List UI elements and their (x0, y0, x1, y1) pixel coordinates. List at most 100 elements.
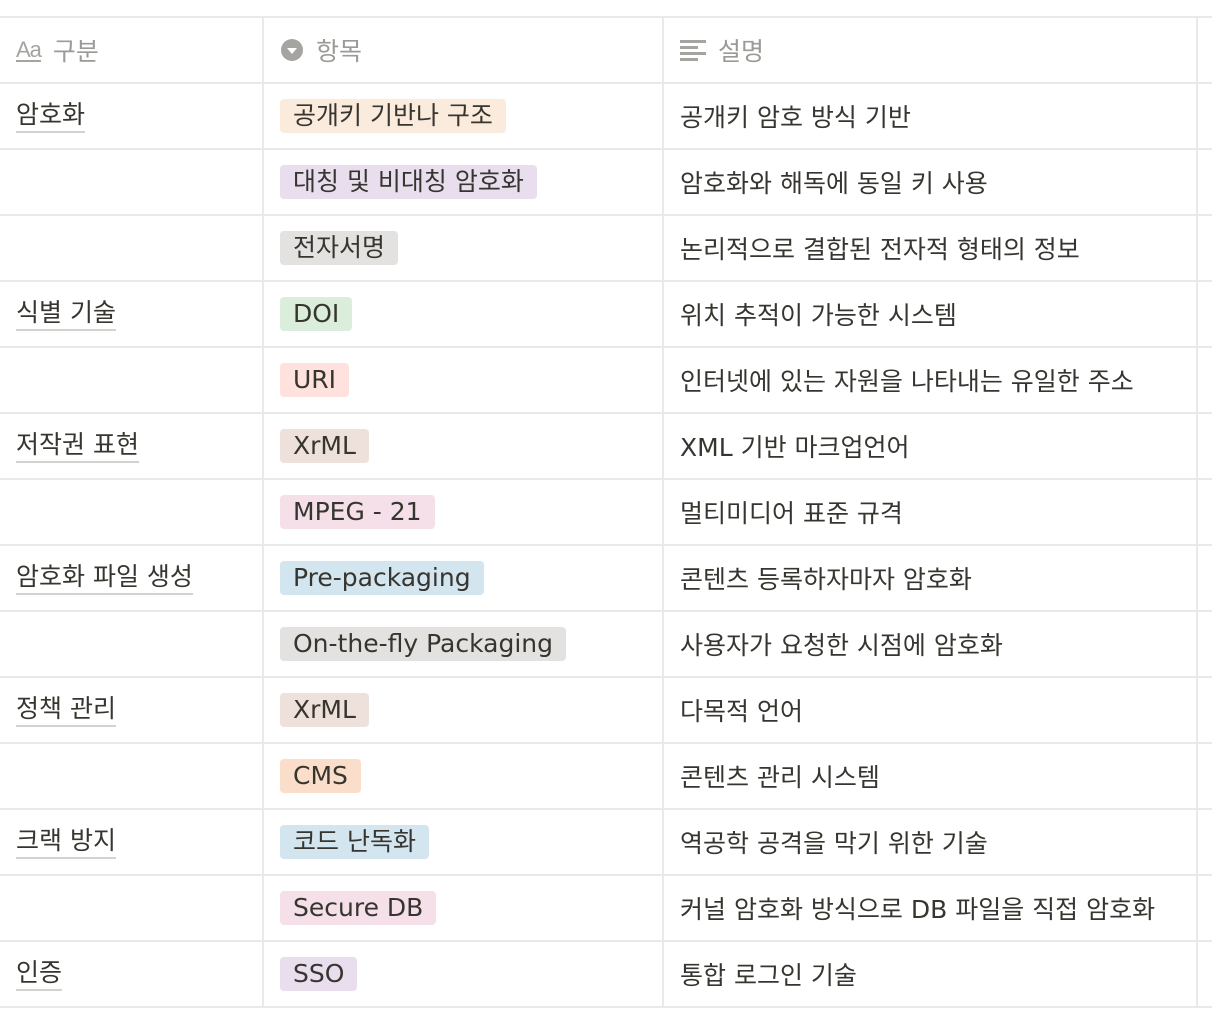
select-tag[interactable]: Secure DB (280, 891, 437, 925)
select-tag[interactable]: XrML (280, 693, 369, 727)
cell-description[interactable]: 위치 추적이 가능한 시스템 (664, 282, 1198, 346)
text-property-icon: Aa (16, 37, 42, 62)
row-title[interactable]: 식별 기술 (16, 298, 116, 331)
cell-item[interactable]: Pre-packaging (264, 546, 664, 610)
table-row[interactable]: URI 인터넷에 있는 자원을 나타내는 유일한 주소 (0, 348, 1212, 414)
description-text: 커널 암호화 방식으로 DB 파일을 직접 암호화 (680, 895, 1156, 924)
cell-name[interactable]: 암호화 파일 생성 (0, 546, 264, 610)
cell-name[interactable] (0, 876, 264, 940)
cell-name[interactable] (0, 150, 264, 214)
select-tag[interactable]: URI (280, 363, 350, 397)
cell-description[interactable]: 논리적으로 결합된 전자적 형태의 정보 (664, 216, 1198, 280)
cell-name[interactable]: 식별 기술 (0, 282, 264, 346)
table-row[interactable]: On-the-fly Packaging 사용자가 요청한 시점에 암호화 (0, 612, 1212, 678)
cell-description[interactable]: 콘텐츠 관리 시스템 (664, 744, 1198, 808)
select-tag[interactable]: CMS (280, 759, 361, 793)
table-header-row: Aa 구분 항목 설명 (0, 18, 1212, 84)
cell-name[interactable]: 저작권 표현 (0, 414, 264, 478)
cell-description[interactable]: 암호화와 해독에 동일 키 사용 (664, 150, 1198, 214)
cell-description[interactable]: 공개키 암호 방식 기반 (664, 84, 1198, 148)
select-tag[interactable]: Pre-packaging (280, 561, 484, 595)
description-text: 사용자가 요청한 시점에 암호화 (680, 631, 1003, 660)
description-text: 멀티미디어 표준 규격 (680, 499, 903, 528)
table-row[interactable]: Secure DB 커널 암호화 방식으로 DB 파일을 직접 암호화 (0, 876, 1212, 942)
row-title[interactable]: 암호화 파일 생성 (16, 562, 193, 595)
cell-overflow (1198, 150, 1212, 214)
row-title[interactable]: 저작권 표현 (16, 430, 139, 463)
column-header-desc[interactable]: 설명 (664, 18, 1198, 82)
cell-item[interactable]: Secure DB (264, 876, 664, 940)
cell-overflow (1198, 546, 1212, 610)
table-row[interactable]: 인증 SSO 통합 로그인 기술 (0, 942, 1212, 1008)
description-text: 콘텐츠 등록하자마자 암호화 (680, 565, 972, 594)
cell-overflow (1198, 678, 1212, 742)
table-row[interactable]: 전자서명 논리적으로 결합된 전자적 형태의 정보 (0, 216, 1212, 282)
select-tag[interactable]: 전자서명 (280, 231, 399, 265)
cell-item[interactable]: XrML (264, 414, 664, 478)
select-tag[interactable]: XrML (280, 429, 369, 463)
cell-name[interactable]: 크랙 방지 (0, 810, 264, 874)
select-tag[interactable]: 대칭 및 비대칭 암호화 (280, 165, 537, 199)
cell-name[interactable] (0, 480, 264, 544)
cell-item[interactable]: XrML (264, 678, 664, 742)
cell-name[interactable] (0, 744, 264, 808)
cell-description[interactable]: 사용자가 요청한 시점에 암호화 (664, 612, 1198, 676)
cell-name[interactable] (0, 348, 264, 412)
cell-name[interactable]: 인증 (0, 942, 264, 1006)
cell-item[interactable]: SSO (264, 942, 664, 1006)
cell-description[interactable]: 커널 암호화 방식으로 DB 파일을 직접 암호화 (664, 876, 1198, 940)
cell-item[interactable]: 코드 난독화 (264, 810, 664, 874)
cell-item[interactable]: 전자서명 (264, 216, 664, 280)
select-tag[interactable]: SSO (280, 957, 358, 991)
table-row[interactable]: 암호화 공개키 기반나 구조 공개키 암호 방식 기반 (0, 84, 1212, 150)
cell-item[interactable]: 공개키 기반나 구조 (264, 84, 664, 148)
select-property-icon (280, 38, 304, 62)
cell-description[interactable]: 인터넷에 있는 자원을 나타내는 유일한 주소 (664, 348, 1198, 412)
cell-item[interactable]: On-the-fly Packaging (264, 612, 664, 676)
description-text: 역공학 공격을 막기 위한 기술 (680, 829, 988, 858)
cell-description[interactable]: 콘텐츠 등록하자마자 암호화 (664, 546, 1198, 610)
cell-item[interactable]: CMS (264, 744, 664, 808)
cell-item[interactable]: DOI (264, 282, 664, 346)
description-text: XML 기반 마크업언어 (680, 433, 910, 462)
cell-description[interactable]: 다목적 언어 (664, 678, 1198, 742)
select-tag[interactable]: DOI (280, 297, 353, 331)
cell-item[interactable]: URI (264, 348, 664, 412)
description-text: 통합 로그인 기술 (680, 961, 857, 990)
cell-overflow (1198, 942, 1212, 1006)
cell-overflow (1198, 414, 1212, 478)
cell-name[interactable] (0, 216, 264, 280)
cell-description[interactable]: 통합 로그인 기술 (664, 942, 1198, 1006)
table-row[interactable]: 식별 기술 DOI 위치 추적이 가능한 시스템 (0, 282, 1212, 348)
select-tag[interactable]: MPEG - 21 (280, 495, 435, 529)
cell-overflow (1198, 282, 1212, 346)
table-row[interactable]: MPEG - 21 멀티미디어 표준 규격 (0, 480, 1212, 546)
cell-name[interactable]: 정책 관리 (0, 678, 264, 742)
table-row[interactable]: 크랙 방지 코드 난독화 역공학 공격을 막기 위한 기술 (0, 810, 1212, 876)
table-row[interactable]: 저작권 표현 XrML XML 기반 마크업언어 (0, 414, 1212, 480)
select-tag[interactable]: On-the-fly Packaging (280, 627, 566, 661)
cell-item[interactable]: 대칭 및 비대칭 암호화 (264, 150, 664, 214)
row-title[interactable]: 암호화 (16, 100, 86, 133)
table-row[interactable]: CMS 콘텐츠 관리 시스템 (0, 744, 1212, 810)
description-text: 위치 추적이 가능한 시스템 (680, 301, 957, 330)
cell-description[interactable]: XML 기반 마크업언어 (664, 414, 1198, 478)
cell-name[interactable]: 암호화 (0, 84, 264, 148)
row-title[interactable]: 크랙 방지 (16, 826, 116, 859)
table-row[interactable]: 암호화 파일 생성 Pre-packaging 콘텐츠 등록하자마자 암호화 (0, 546, 1212, 612)
description-text: 암호화와 해독에 동일 키 사용 (680, 169, 988, 198)
cell-overflow (1198, 348, 1212, 412)
column-header-name[interactable]: Aa 구분 (0, 18, 264, 82)
cell-description[interactable]: 역공학 공격을 막기 위한 기술 (664, 810, 1198, 874)
column-header-item[interactable]: 항목 (264, 18, 664, 82)
row-title[interactable]: 정책 관리 (16, 694, 116, 727)
row-title[interactable]: 인증 (16, 958, 63, 991)
table-row[interactable]: 대칭 및 비대칭 암호화 암호화와 해독에 동일 키 사용 (0, 150, 1212, 216)
table-row[interactable]: 정책 관리 XrML 다목적 언어 (0, 678, 1212, 744)
cell-description[interactable]: 멀티미디어 표준 규격 (664, 480, 1198, 544)
select-tag[interactable]: 공개키 기반나 구조 (280, 99, 506, 133)
cell-name[interactable] (0, 612, 264, 676)
column-header-label: 구분 (52, 37, 99, 66)
cell-item[interactable]: MPEG - 21 (264, 480, 664, 544)
select-tag[interactable]: 코드 난독화 (280, 825, 429, 859)
